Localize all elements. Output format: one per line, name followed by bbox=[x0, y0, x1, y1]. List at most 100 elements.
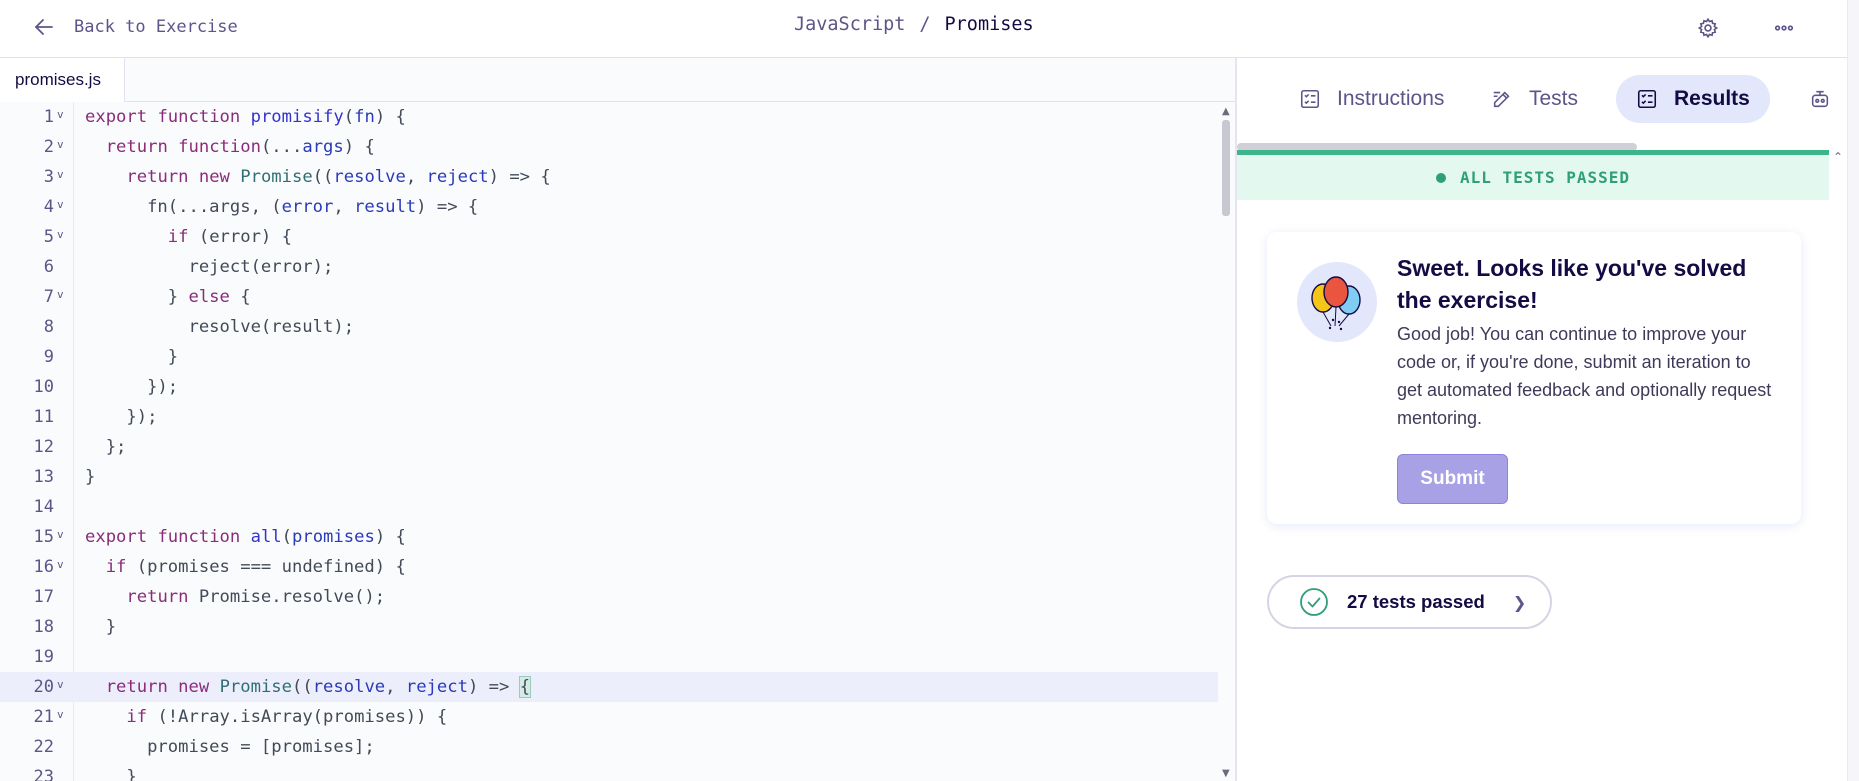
code-editor: promises.js 1 v export function promisify(… bbox=[0, 58, 1235, 781]
status-dot-icon bbox=[1435, 172, 1446, 183]
line-number: 18 bbox=[33, 617, 54, 637]
top-bar: Back to Exercise JavaScript / Promises bbox=[0, 0, 1847, 58]
breadcrumb-separator: / bbox=[919, 14, 931, 35]
code-line[interactable]: 16 v if (promises === undefined) { bbox=[0, 552, 1218, 582]
code-line[interactable]: 13} bbox=[0, 462, 1218, 492]
code-line[interactable]: 23 } bbox=[0, 762, 1218, 781]
tab-label: Results bbox=[1674, 87, 1750, 110]
code-line[interactable]: 14 bbox=[0, 492, 1218, 522]
editor-vertical-scrollbar[interactable]: ▲ ▼ bbox=[1218, 102, 1235, 781]
status-text: ALL TESTS PASSED bbox=[1459, 168, 1631, 187]
code-line[interactable]: 4v fn(...args, (error, result) => { bbox=[0, 192, 1218, 222]
tests-passed-summary[interactable]: 27 tests passed ❯ bbox=[1267, 575, 1552, 629]
line-number: 20 bbox=[33, 677, 54, 697]
code-line[interactable]: 2v return function(...args) { bbox=[0, 132, 1218, 162]
fold-toggle-icon[interactable]: v bbox=[57, 102, 64, 130]
edit-icon bbox=[1493, 91, 1510, 108]
line-number: 9 bbox=[43, 347, 54, 367]
window-scrollbar[interactable] bbox=[1847, 0, 1859, 781]
settings-button[interactable] bbox=[1694, 14, 1722, 42]
tab-label: Instructions bbox=[1337, 87, 1445, 110]
code-line[interactable]: 8 resolve(result); bbox=[0, 312, 1218, 342]
code-line[interactable]: 21 v if (!Array.isArray(promises)) { bbox=[0, 702, 1218, 732]
checklist-icon bbox=[1300, 89, 1320, 109]
success-message: Good job! You can continue to improve yo… bbox=[1397, 324, 1772, 428]
code-line[interactable]: 18 } bbox=[0, 612, 1218, 642]
breadcrumb-exercise: Promises bbox=[944, 14, 1034, 35]
line-number: 1 bbox=[43, 107, 54, 127]
results-panel: Instructions Tests Results ⌃ ALL TESTS P… bbox=[1237, 58, 1847, 781]
code-line[interactable]: 5v if (error) { bbox=[0, 222, 1218, 252]
more-horizontal-icon bbox=[1774, 25, 1794, 31]
line-number: 2 bbox=[43, 137, 54, 157]
code-line[interactable]: 7v } else { bbox=[0, 282, 1218, 312]
breadcrumb: JavaScript / Promises bbox=[794, 14, 1034, 35]
scroll-up-icon[interactable]: ⌃ bbox=[1833, 150, 1843, 164]
line-number: 16 bbox=[33, 557, 54, 577]
tab-instructions[interactable]: Instructions bbox=[1279, 75, 1464, 123]
arrow-left-icon bbox=[35, 19, 53, 35]
code-line[interactable]: 9 } bbox=[0, 342, 1218, 372]
code-line[interactable]: 15 v export function all(promises) { bbox=[0, 522, 1218, 552]
line-number: 3 bbox=[43, 167, 54, 187]
line-number: 4 bbox=[43, 197, 54, 217]
line-number: 6 bbox=[43, 257, 54, 277]
submit-button[interactable]: Submit bbox=[1397, 454, 1508, 504]
fold-toggle-icon[interactable]: v bbox=[57, 550, 64, 580]
code-line[interactable]: 1 v export function promisify(fn) { bbox=[0, 102, 1218, 132]
file-tabs: promises.js bbox=[0, 58, 1235, 102]
fold-toggle-icon[interactable]: v bbox=[57, 700, 64, 730]
code-line[interactable]: 22 promises = [promises]; bbox=[0, 732, 1218, 762]
code-line[interactable]: 11 }); bbox=[0, 402, 1218, 432]
line-number: 15 bbox=[33, 527, 54, 547]
fold-toggle-icon[interactable]: v bbox=[57, 670, 64, 700]
line-number: 21 bbox=[33, 707, 54, 727]
fold-toggle-icon[interactable]: v bbox=[57, 520, 64, 550]
line-number: 14 bbox=[33, 497, 54, 517]
code-line[interactable]: 10 }); bbox=[0, 372, 1218, 402]
balloons-icon bbox=[1297, 262, 1377, 342]
line-number: 23 bbox=[33, 767, 54, 781]
back-label: Back to Exercise bbox=[74, 17, 238, 37]
line-number: 11 bbox=[33, 407, 54, 427]
code-line[interactable]: 12 }; bbox=[0, 432, 1218, 462]
gear-icon bbox=[1697, 17, 1719, 39]
fold-toggle-icon[interactable]: v bbox=[57, 220, 64, 250]
line-number: 10 bbox=[33, 377, 54, 397]
code-line-active[interactable]: 20 v return new Promise((resolve, reject)… bbox=[0, 672, 1218, 702]
fold-toggle-icon[interactable]: v bbox=[57, 190, 64, 220]
breadcrumb-track[interactable]: JavaScript bbox=[794, 14, 905, 35]
line-number: 22 bbox=[33, 737, 54, 757]
robot-icon bbox=[1811, 90, 1829, 108]
panel-tabs: Instructions Tests Results bbox=[1237, 58, 1847, 144]
scrollbar-thumb[interactable] bbox=[1222, 120, 1230, 216]
tab-feedback[interactable] bbox=[1789, 75, 1847, 123]
fold-toggle-icon[interactable]: v bbox=[57, 160, 64, 190]
scroll-up-icon[interactable]: ▲ bbox=[1222, 106, 1230, 117]
line-number: 8 bbox=[43, 317, 54, 337]
fold-toggle-icon[interactable]: v bbox=[57, 130, 64, 160]
test-status-banner: ALL TESTS PASSED bbox=[1237, 150, 1829, 200]
more-options-button[interactable] bbox=[1770, 14, 1798, 42]
checklist-icon bbox=[1637, 89, 1657, 109]
check-circle-icon bbox=[1300, 588, 1328, 616]
scroll-down-icon[interactable]: ▼ bbox=[1222, 768, 1230, 779]
fold-toggle-icon[interactable]: v bbox=[57, 280, 64, 310]
code-line[interactable]: 6 reject(error); bbox=[0, 252, 1218, 282]
line-number: 17 bbox=[33, 587, 54, 607]
line-number: 13 bbox=[33, 467, 54, 487]
code-line[interactable]: 3v return new Promise((resolve, reject) … bbox=[0, 162, 1218, 192]
line-number: 19 bbox=[33, 647, 54, 667]
tab-label: Tests bbox=[1529, 87, 1579, 110]
back-to-exercise-link[interactable]: Back to Exercise bbox=[32, 14, 238, 40]
chevron-right-icon: ❯ bbox=[1512, 592, 1527, 612]
code-line[interactable]: 19 bbox=[0, 642, 1218, 672]
tab-tests[interactable]: Tests bbox=[1471, 75, 1598, 123]
file-tab[interactable]: promises.js bbox=[0, 58, 125, 102]
line-number: 7 bbox=[43, 287, 54, 307]
line-number: 12 bbox=[33, 437, 54, 457]
code-area[interactable]: 1 v export function promisify(fn) { 2v ret… bbox=[0, 102, 1235, 781]
code-line[interactable]: 17 return Promise.resolve(); bbox=[0, 582, 1218, 612]
success-title: Sweet. Looks like you've solved the exer… bbox=[1397, 255, 1747, 313]
tab-results[interactable]: Results bbox=[1616, 75, 1770, 123]
